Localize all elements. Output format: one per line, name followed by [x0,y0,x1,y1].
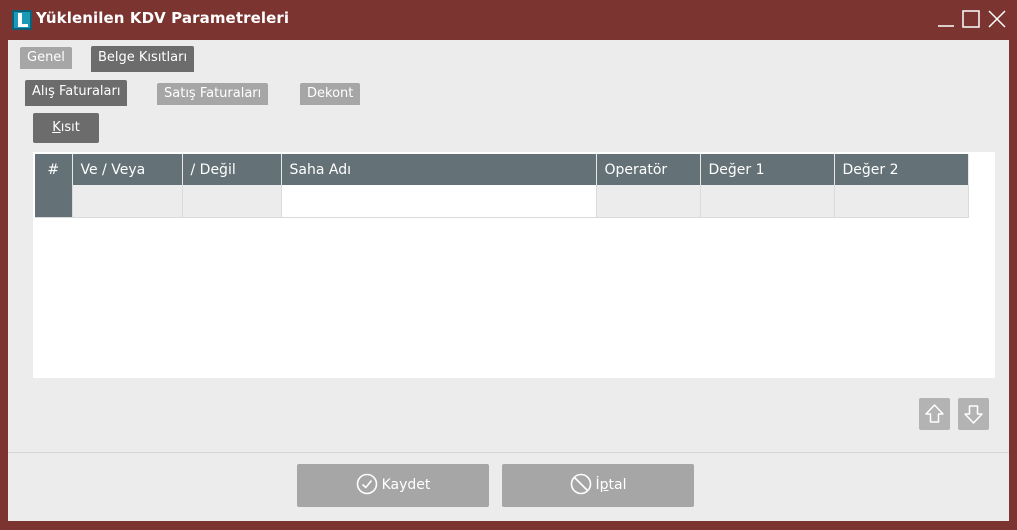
cell-operator[interactable] [596,185,701,218]
row-selector-cell[interactable] [35,185,73,218]
move-up-button[interactable] [919,398,950,430]
arrow-up-icon [925,404,944,423]
cell-deger-1[interactable] [700,185,835,218]
cancel-button[interactable]: İptal [502,464,694,507]
column-header-operator[interactable]: Operatör [596,154,701,185]
column-header-ve-veya[interactable]: Ve / Veya [72,154,183,185]
save-button[interactable]: Kaydet [297,464,489,507]
cell-ve-veya[interactable] [72,185,183,218]
column-header-saha-adi[interactable]: Saha Adı [281,154,597,185]
tab-satis-faturalari[interactable]: Satış Faturaları [157,83,269,105]
dialog-window: Yüklenilen KDV Parametreleri Genel Belge… [0,0,1017,530]
kisit-mnemonic: K [52,120,61,135]
cancel-label-end: tal [608,477,627,493]
column-header-hash[interactable]: # [35,154,73,185]
tab-alis-faturalari[interactable]: Alış Faturaları [25,80,128,106]
cell-degil[interactable] [182,185,282,218]
table-row[interactable] [35,185,969,218]
tab-dekont[interactable]: Dekont [300,83,361,105]
column-header-degil[interactable]: / Değil [182,154,282,185]
close-icon[interactable] [986,8,1008,30]
window-title: Yüklenilen KDV Parametreleri [36,9,290,27]
maximize-icon[interactable] [960,8,982,30]
dialog-client-area: Genel Belge Kısıtları Alış Faturaları Sa… [8,40,1009,521]
cell-saha-adi[interactable] [281,185,597,218]
save-label: Kaydet [381,477,431,493]
column-header-deger-1[interactable]: Değer 1 [700,154,835,185]
table-header-row: # Ve / Veya / Değil Saha Adı Operatör De… [35,154,969,185]
column-header-deger-2[interactable]: Değer 2 [834,154,969,185]
criteria-grid[interactable]: # Ve / Veya / Değil Saha Adı Operatör De… [33,152,995,378]
no-entry-icon [570,473,591,495]
tab-belge-kisitlari[interactable]: Belge Kısıtları [91,46,195,72]
kisit-button[interactable]: Kısıt [33,113,99,143]
logo-l-icon [12,10,32,30]
footer-divider [8,452,1009,453]
check-circle-icon [356,473,377,495]
tab-genel[interactable]: Genel [20,47,72,69]
minimize-icon[interactable] [935,8,957,30]
cell-deger-2[interactable] [834,185,969,218]
arrow-down-icon [964,405,983,424]
move-down-button[interactable] [958,398,989,430]
kisit-label: ısıt [60,120,80,135]
cancel-mnemonic: p [599,477,609,493]
title-bar[interactable]: Yüklenilen KDV Parametreleri [0,0,1017,40]
criteria-table: # Ve / Veya / Değil Saha Adı Operatör De… [35,154,969,218]
